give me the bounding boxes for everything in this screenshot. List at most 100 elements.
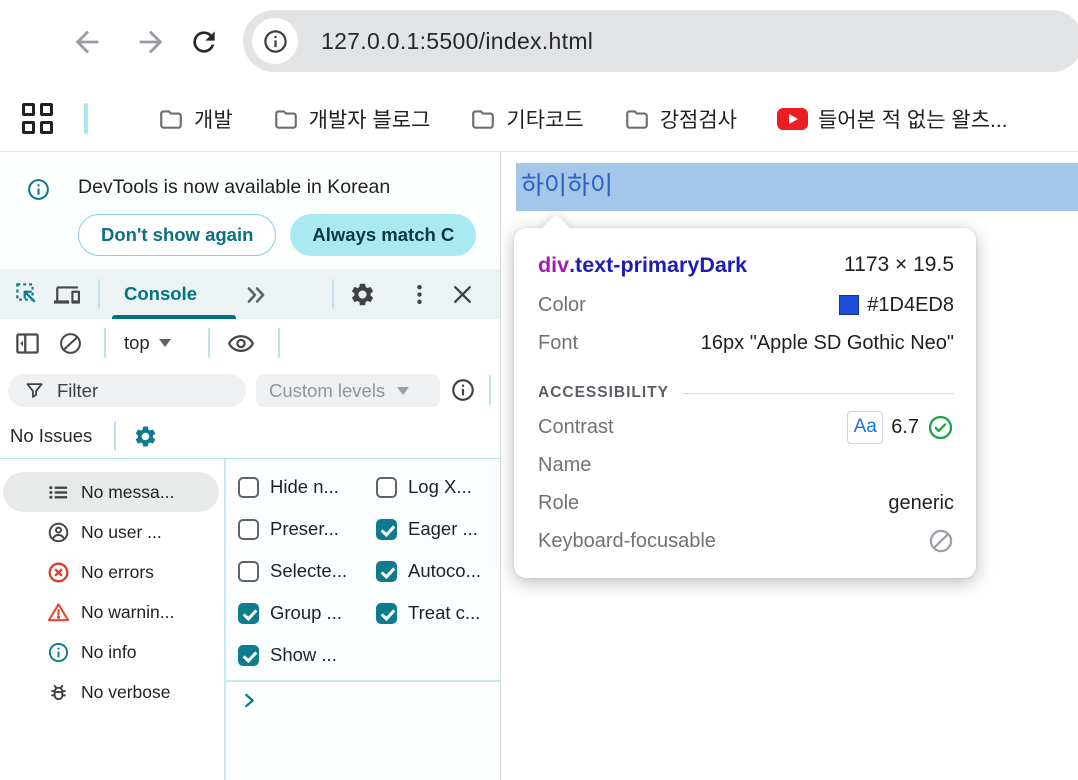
checkbox-hide-network[interactable]: Hide n...: [238, 476, 339, 498]
bookmark-folder-other-code[interactable]: 기타코드: [470, 104, 583, 134]
checkbox-selected-context[interactable]: Selecte...: [238, 560, 347, 582]
user-icon: [47, 521, 70, 544]
bookmarks-divider: [84, 103, 88, 134]
checkbox-eager-eval[interactable]: Eager ...: [376, 518, 478, 540]
folder-icon: [470, 106, 496, 132]
tooltip-caret: [539, 214, 573, 248]
bookmark-label: 들어본 적 없는 왈츠...: [818, 104, 1008, 134]
filter-placeholder: Filter: [57, 380, 98, 402]
sidebar-item-label: No user ...: [81, 522, 162, 543]
sidebar-item-user-messages[interactable]: No user ...: [3, 512, 219, 552]
page-viewport: 하이하이 div.text-primaryDark 1173 × 19.5 Co…: [502, 152, 1078, 780]
chevron-down-icon: [159, 339, 171, 347]
issues-settings-gear-icon[interactable]: [133, 424, 158, 449]
inspect-element-icon[interactable]: [14, 281, 41, 308]
apps-grid-icon[interactable]: [22, 103, 54, 135]
checkbox-preserve-log[interactable]: Preser...: [238, 518, 339, 540]
site-info-icon[interactable]: [252, 18, 298, 64]
devtools-notification: DevTools is now available in Korean Don'…: [0, 152, 501, 269]
keyboard-focusable-label: Keyboard-focusable: [538, 530, 716, 553]
log-levels-dropdown[interactable]: Custom levels: [256, 374, 440, 407]
font-value: 16px "Apple SD Gothic Neo": [701, 332, 954, 355]
not-focusable-icon: [928, 528, 954, 554]
sidebar-item-errors[interactable]: No errors: [3, 552, 219, 592]
font-label: Font: [538, 332, 578, 355]
console-toolbar: top: [0, 319, 501, 367]
close-icon[interactable]: [450, 282, 475, 307]
sidebar-toggle-icon[interactable]: [14, 330, 41, 357]
sidebar-item-label: No info: [81, 642, 136, 663]
sidebar-item-warnings[interactable]: No warnin...: [3, 592, 219, 632]
url-text: 127.0.0.1:5500/index.html: [321, 10, 593, 72]
bookmark-label: 개발: [194, 104, 233, 134]
folder-icon: [624, 106, 650, 132]
sidebar-item-label: No warnin...: [81, 602, 174, 623]
sidebar-item-label: No verbose: [81, 682, 171, 703]
filter-input[interactable]: Filter: [8, 374, 246, 407]
notification-message: DevTools is now available in Korean: [78, 176, 390, 199]
bookmark-folder-strengths[interactable]: 강점검사: [624, 104, 737, 134]
forward-icon[interactable]: [134, 25, 168, 59]
sidebar-item-info[interactable]: No info: [3, 632, 219, 672]
folder-icon: [273, 106, 299, 132]
info-icon: [47, 641, 70, 664]
clear-console-icon[interactable]: [58, 331, 83, 356]
sidebar-item-verbose[interactable]: No verbose: [3, 672, 219, 712]
bookmark-label: 강점검사: [660, 104, 737, 134]
sidebar-item-messages[interactable]: No messa...: [3, 472, 219, 512]
name-label: Name: [538, 454, 591, 477]
devtools-panel: DevTools is now available in Korean Don'…: [0, 152, 501, 780]
warning-icon: [47, 601, 70, 624]
element-dimensions: 1173 × 19.5: [844, 253, 954, 277]
console-settings-pane: Hide n... Preser... Selecte... Group ...…: [226, 459, 501, 780]
element-class: .text-primaryDark: [569, 253, 747, 278]
device-toolbar-icon[interactable]: [54, 282, 80, 308]
bookmarks-bar: 개발 개발자 블로그 기타코드 강점검사 들어본 적 없는 왈츠...: [0, 86, 1078, 152]
list-icon: [47, 481, 70, 504]
bookmark-label: 개발자 블로그: [309, 104, 431, 134]
back-icon[interactable]: [70, 25, 104, 59]
reload-icon[interactable]: [188, 26, 222, 60]
bookmark-folder-dev[interactable]: 개발: [158, 104, 233, 134]
role-label: Role: [538, 492, 579, 515]
folder-icon: [158, 106, 184, 132]
tab-console[interactable]: Console: [112, 269, 209, 319]
contrast-label: Contrast: [538, 416, 614, 439]
checkbox-log-xhr[interactable]: Log X...: [376, 476, 472, 498]
levels-label: Custom levels: [269, 380, 385, 402]
console-prompt-chevron-icon[interactable]: [240, 691, 259, 710]
checkbox-group-similar[interactable]: Group ...: [238, 602, 342, 624]
settings-gear-icon[interactable]: [349, 281, 376, 308]
dont-show-again-button[interactable]: Don't show again: [78, 214, 276, 256]
more-tabs-icon[interactable]: [243, 282, 269, 308]
devtools-tabbar: Console: [0, 269, 501, 319]
element-highlight-overlay: 하이하이: [516, 163, 1078, 211]
always-match-button[interactable]: Always match C: [290, 214, 476, 256]
color-value: #1D4ED8: [867, 294, 954, 317]
contrast-sample: Aa: [847, 411, 883, 444]
element-tag: div: [538, 253, 569, 278]
eye-icon[interactable]: [226, 330, 256, 357]
youtube-icon: [777, 108, 808, 130]
checkbox-treat-code[interactable]: Treat c...: [376, 602, 480, 624]
chevron-down-icon: [397, 387, 409, 395]
address-bar[interactable]: 127.0.0.1:5500/index.html: [243, 10, 1078, 72]
bookmark-youtube[interactable]: 들어본 적 없는 왈츠...: [777, 104, 1008, 134]
bookmark-folder-dev-blog[interactable]: 개발자 블로그: [273, 104, 431, 134]
info-icon: [26, 177, 51, 202]
context-label: top: [124, 332, 150, 354]
color-swatch: [839, 295, 859, 315]
sidebar-item-label: No errors: [81, 562, 154, 583]
kebab-menu-icon[interactable]: [407, 282, 432, 307]
filter-funnel-icon: [25, 381, 44, 400]
bookmark-label: 기타코드: [506, 104, 583, 134]
color-label: Color: [538, 294, 586, 317]
context-selector[interactable]: top: [124, 319, 171, 367]
checkbox-autocomplete[interactable]: Autoco...: [376, 560, 481, 582]
inspect-tooltip: div.text-primaryDark 1173 × 19.5 Color #…: [514, 228, 976, 578]
levels-info-icon[interactable]: [450, 377, 476, 403]
header-rule: [683, 393, 954, 394]
error-icon: [47, 561, 70, 584]
checkbox-show-cors[interactable]: Show ...: [238, 644, 337, 666]
accessibility-header: ACCESSIBILITY: [538, 384, 669, 402]
